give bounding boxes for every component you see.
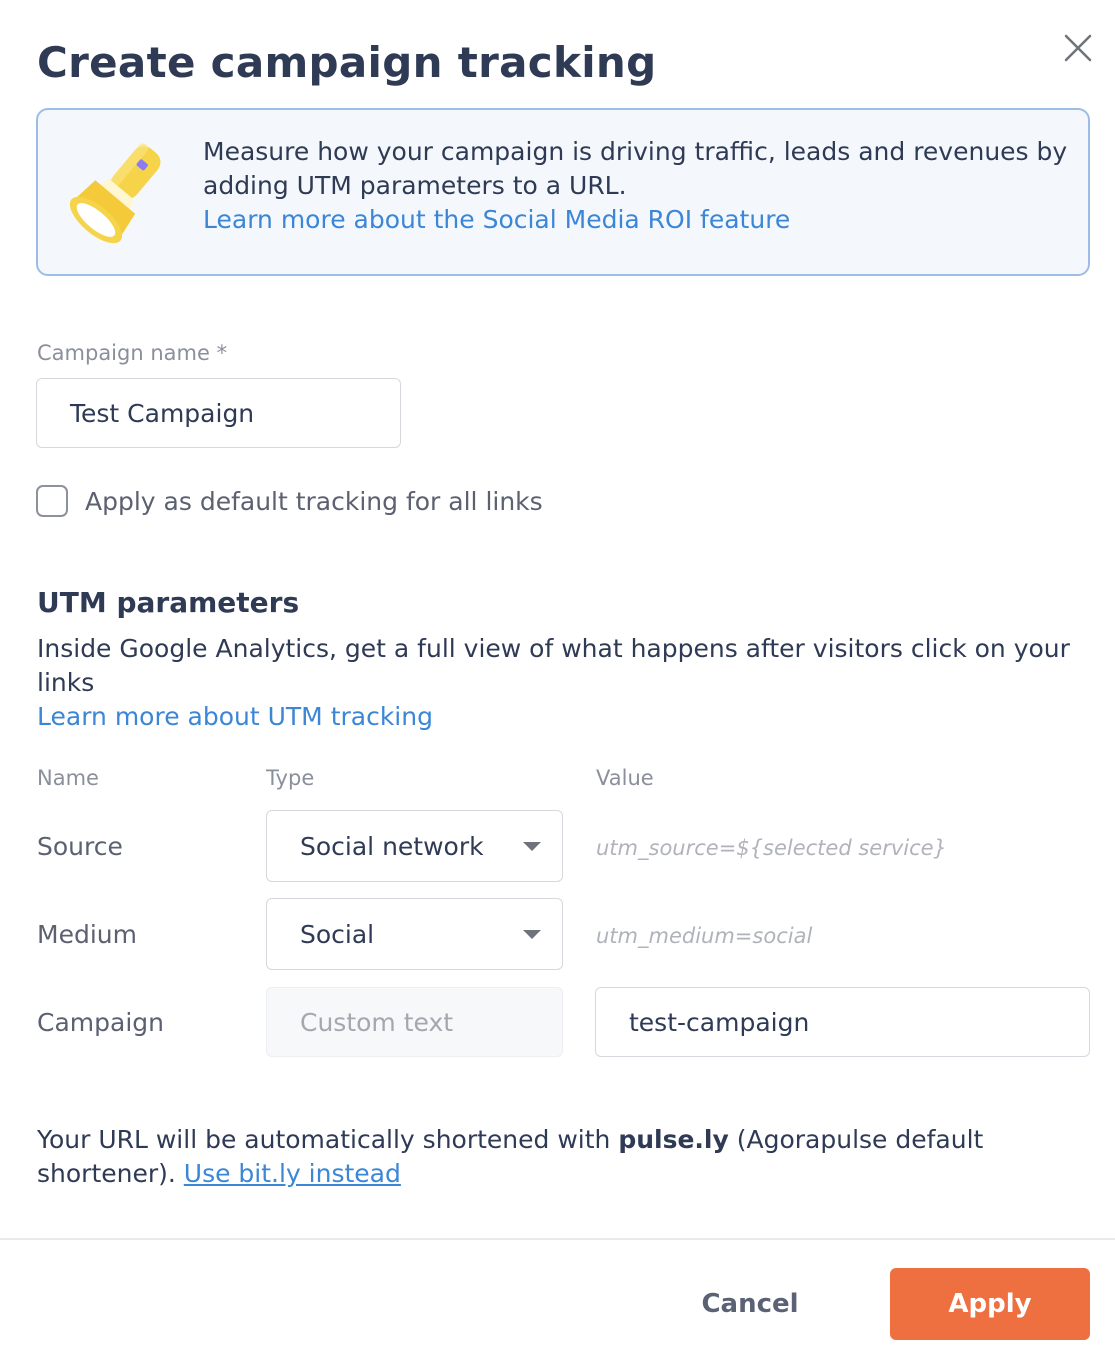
close-button[interactable]: [1062, 32, 1094, 64]
medium-type-value: Social: [300, 919, 375, 949]
utm-description: Inside Google Analytics, get a full view…: [37, 634, 1070, 697]
campaign-name-value: Test Campaign: [70, 398, 255, 428]
create-campaign-tracking-dialog: Create campaign tracking Measure how you…: [0, 0, 1115, 1355]
close-icon: [1064, 34, 1092, 62]
medium-value: utm_medium=social: [596, 924, 813, 948]
info-text-block: Measure how your campaign is driving tra…: [203, 135, 1073, 237]
campaign-name-label: Campaign name *: [37, 341, 228, 365]
info-description: Measure how your campaign is driving tra…: [203, 137, 1068, 200]
learn-more-roi-link[interactable]: Learn more about the Social Media ROI fe…: [203, 205, 790, 234]
utm-description-block: Inside Google Analytics, get a full view…: [37, 632, 1097, 734]
dialog-title: Create campaign tracking: [37, 38, 657, 87]
row-name-medium: Medium: [37, 920, 137, 949]
shortener-text-before: Your URL will be automatically shortened…: [37, 1125, 619, 1154]
info-banner: Measure how your campaign is driving tra…: [36, 108, 1090, 276]
shortener-name: pulse.ly: [618, 1125, 729, 1154]
source-type-value: Social network: [300, 831, 484, 861]
default-tracking-label: Apply as default tracking for all links: [85, 486, 543, 516]
campaign-type-placeholder: Custom text: [300, 1007, 454, 1037]
utm-section-title: UTM parameters: [37, 586, 300, 619]
default-tracking-checkbox-row[interactable]: Apply as default tracking for all links: [36, 485, 543, 517]
campaign-value-input[interactable]: test-campaign: [595, 987, 1090, 1057]
row-name-source: Source: [37, 832, 123, 861]
shortener-notice: Your URL will be automatically shortened…: [37, 1123, 1097, 1191]
column-header-value: Value: [596, 766, 654, 790]
campaign-value-text: test-campaign: [629, 1007, 810, 1037]
flashlight-icon: [69, 143, 161, 244]
learn-more-utm-link[interactable]: Learn more about UTM tracking: [37, 700, 1097, 734]
cancel-button[interactable]: Cancel: [690, 1268, 810, 1340]
default-tracking-checkbox[interactable]: [36, 485, 68, 517]
campaign-type-input-disabled: Custom text: [266, 987, 563, 1057]
chevron-down-icon: [523, 842, 541, 851]
use-bitly-link[interactable]: Use bit.ly instead: [184, 1159, 401, 1188]
medium-type-select[interactable]: Social: [266, 898, 563, 970]
row-name-campaign: Campaign: [37, 1008, 164, 1037]
apply-button[interactable]: Apply: [890, 1268, 1090, 1340]
column-header-type: Type: [266, 766, 315, 790]
chevron-down-icon: [523, 930, 541, 939]
footer-divider: [0, 1238, 1115, 1240]
source-type-select[interactable]: Social network: [266, 810, 563, 882]
column-header-name: Name: [37, 766, 99, 790]
source-value: utm_source=${selected service}: [596, 836, 947, 860]
campaign-name-input[interactable]: Test Campaign: [36, 378, 401, 448]
